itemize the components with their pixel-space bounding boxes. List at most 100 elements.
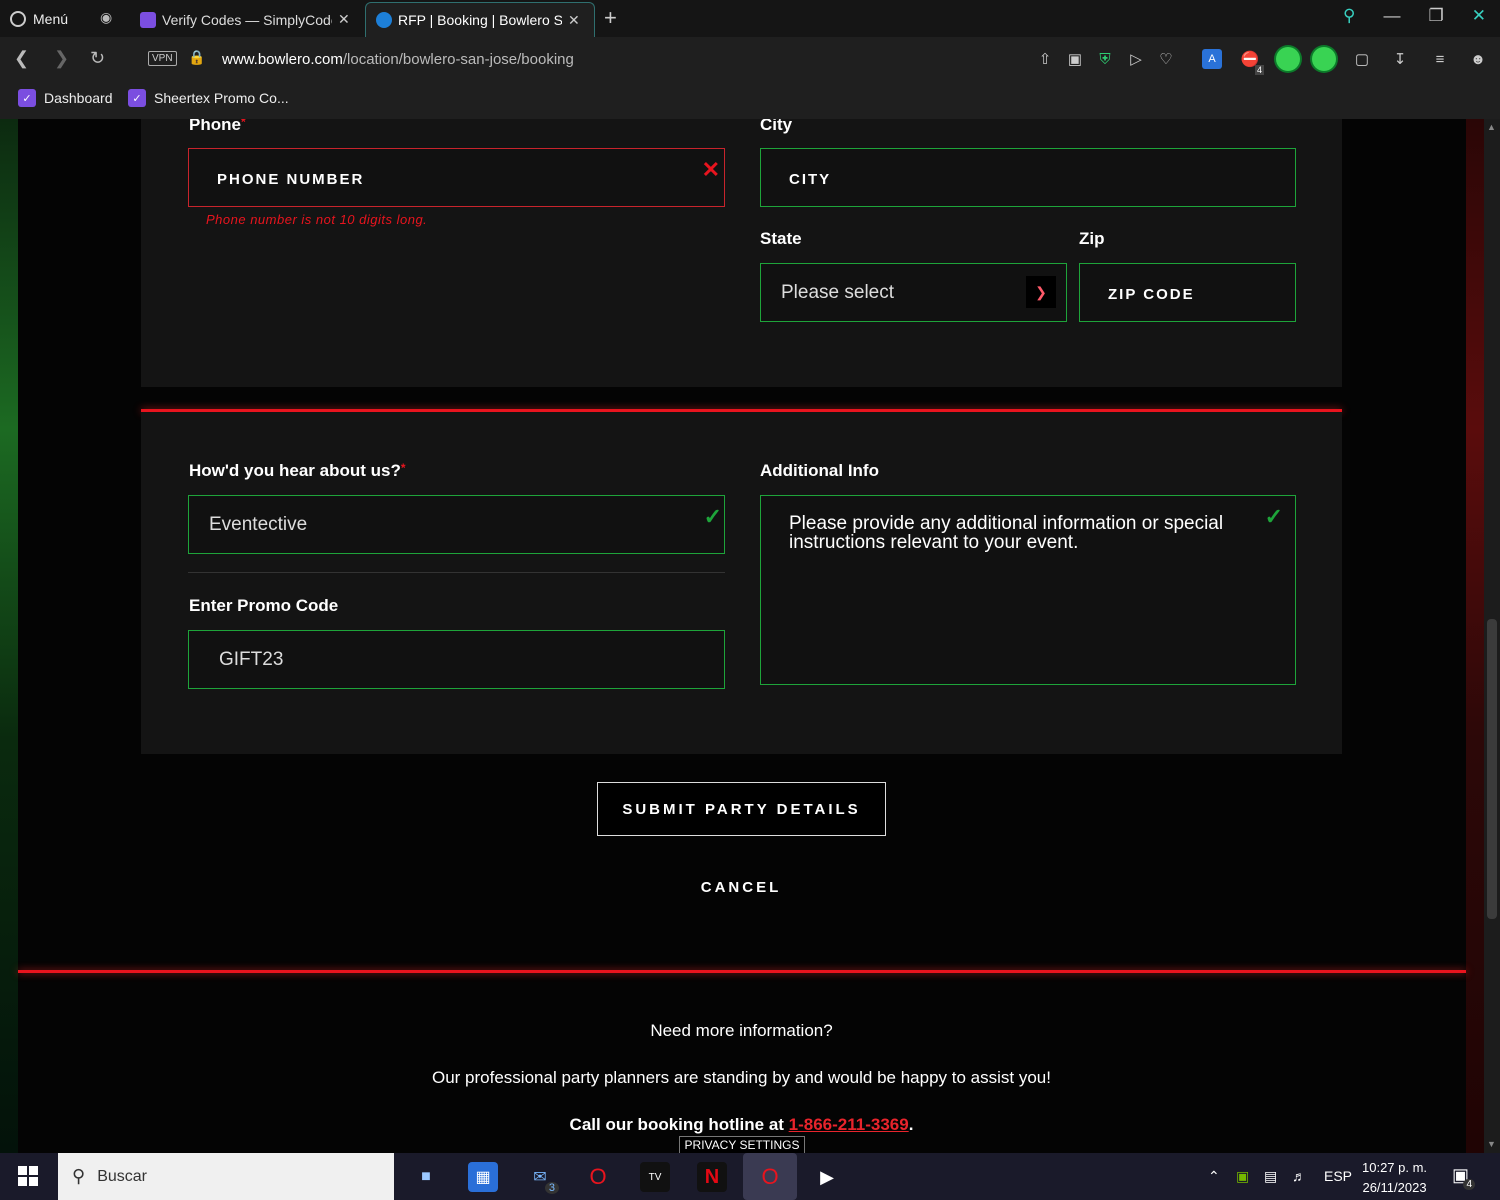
chevron-down-icon[interactable]: ❯ bbox=[1026, 276, 1056, 308]
privacy-settings-button[interactable]: PRIVACY SETTINGS bbox=[679, 1136, 805, 1153]
footer-need-info: Need more information? bbox=[650, 1021, 833, 1040]
tab-title: RFP | Booking | Bowlero San Jose bbox=[398, 12, 562, 28]
translate-icon[interactable]: A bbox=[1202, 49, 1222, 69]
close-tab-icon[interactable]: ✕ bbox=[338, 11, 350, 28]
download-icon[interactable]: ↧ bbox=[1390, 49, 1410, 69]
camera-icon[interactable]: ▣ bbox=[1065, 49, 1085, 69]
heart-icon[interactable]: ♡ bbox=[1156, 49, 1176, 69]
ublock-icon[interactable]: ⛔ 4 bbox=[1240, 49, 1264, 75]
clock-time: 10:27 p. m. bbox=[1362, 1160, 1428, 1175]
state-select[interactable]: Please select ❯ bbox=[760, 263, 1067, 322]
footer-hotline: Call our booking hotline at 1-866-211-33… bbox=[569, 1115, 914, 1134]
system-clock[interactable]: 10:27 p. m. 26/11/2023 bbox=[1362, 1158, 1427, 1198]
footer-planners-text: Our professional party planners are stan… bbox=[432, 1068, 1051, 1087]
promo-label: Enter Promo Code bbox=[189, 596, 339, 615]
address-bar: ❮ ❯ ↻ VPN 🔒 www.bowlero.com/location/bow… bbox=[0, 37, 1500, 81]
restore-icon[interactable]: ❐ bbox=[1429, 6, 1444, 26]
tray-chevron-up-icon[interactable]: ⌃ bbox=[1208, 1168, 1220, 1185]
send-icon[interactable]: ▷ bbox=[1126, 49, 1146, 69]
menu-label: Menú bbox=[33, 11, 69, 27]
language-indicator[interactable]: ESP bbox=[1324, 1168, 1352, 1184]
reload-icon[interactable]: ↻ bbox=[90, 48, 105, 69]
hear-label: How'd you hear about us?* bbox=[189, 461, 406, 480]
additional-info-label: Additional Info bbox=[760, 461, 879, 480]
zip-placeholder: ZIP CODE bbox=[1108, 286, 1195, 303]
extension-chat-icon[interactable] bbox=[1312, 47, 1336, 71]
city-input[interactable]: CITY bbox=[760, 148, 1296, 207]
profile-icon[interactable]: ☻ bbox=[1468, 49, 1488, 69]
hear-about-select[interactable]: Eventective ✓ bbox=[188, 495, 725, 554]
ublock-badge: 4 bbox=[1254, 65, 1264, 75]
taskbar-search-box[interactable]: ⚲ Buscar bbox=[58, 1153, 394, 1200]
settings-sliders-icon[interactable]: ≡ bbox=[1430, 49, 1450, 69]
url-field[interactable]: www.bowlero.com/location/bowlero-san-jos… bbox=[222, 51, 574, 68]
windows-start-icon[interactable] bbox=[18, 1166, 38, 1186]
submit-party-details-button[interactable]: SUBMIT PARTY DETAILS bbox=[597, 782, 886, 836]
tab-search-icon[interactable]: ⚲ bbox=[1343, 6, 1355, 26]
shield-icon[interactable]: ⛨ bbox=[1095, 49, 1115, 69]
simplycodes-bookmark-icon: ✓ bbox=[128, 89, 146, 107]
bookmark-sheertex[interactable]: ✓ Sheertex Promo Co... bbox=[128, 89, 289, 107]
share-icon[interactable]: ⇧ bbox=[1035, 49, 1055, 69]
checkmark-icon: ✓ bbox=[1264, 504, 1283, 529]
phone-placeholder: PHONE NUMBER bbox=[217, 171, 365, 188]
network-icon[interactable]: ▤ bbox=[1264, 1168, 1277, 1185]
scroll-down-icon[interactable]: ▼ bbox=[1487, 1139, 1496, 1149]
new-tab-icon[interactable]: + bbox=[604, 5, 617, 31]
nvidia-tray-icon[interactable]: ▣ bbox=[1236, 1168, 1249, 1185]
phone-input[interactable]: PHONE NUMBER ✕ bbox=[188, 148, 725, 207]
netflix-app-icon[interactable]: N bbox=[697, 1162, 727, 1192]
vpn-badge[interactable]: VPN bbox=[148, 51, 177, 66]
forward-icon[interactable]: ❯ bbox=[54, 48, 69, 69]
close-window-icon[interactable]: ✕ bbox=[1472, 6, 1486, 26]
pluto-tv-app-icon[interactable]: TV bbox=[640, 1162, 670, 1192]
store-app-icon[interactable]: ▦ bbox=[468, 1162, 498, 1192]
back-icon[interactable]: ❮ bbox=[14, 48, 29, 69]
desktop-app-icon[interactable]: ■ bbox=[411, 1162, 441, 1192]
bookmarks-bar: ✓ Dashboard ✓ Sheertex Promo Co... bbox=[0, 81, 1500, 119]
url-path: /location/bowlero-san-jose/booking bbox=[342, 51, 574, 68]
promo-code-value: GIFT23 bbox=[219, 649, 284, 670]
bookmark-dashboard[interactable]: ✓ Dashboard bbox=[18, 89, 113, 107]
bookmark-label: Sheertex Promo Co... bbox=[154, 90, 289, 106]
footer-divider bbox=[18, 970, 1466, 973]
extension-green-icon[interactable] bbox=[1276, 47, 1300, 71]
mail-app-icon[interactable]: ✉ 3 bbox=[525, 1162, 559, 1194]
cube-icon[interactable]: ▢ bbox=[1352, 49, 1372, 69]
city-placeholder: CITY bbox=[789, 171, 832, 188]
browser-menu-button[interactable]: Menú bbox=[10, 8, 68, 30]
state-selected-value: Please select bbox=[781, 282, 895, 303]
zip-input[interactable]: ZIP CODE bbox=[1079, 263, 1296, 322]
scroll-up-icon[interactable]: ▲ bbox=[1487, 122, 1496, 132]
zip-label: Zip bbox=[1079, 229, 1105, 248]
volume-icon[interactable]: ♬ bbox=[1292, 1168, 1306, 1184]
gamepad-icon[interactable]: ◉ bbox=[100, 9, 112, 26]
simplycodes-favicon-icon bbox=[140, 11, 156, 28]
tab-verify-codes[interactable]: Verify Codes — SimplyCodes ✕ bbox=[130, 2, 360, 37]
error-x-icon: ✕ bbox=[701, 157, 720, 182]
background-glow-right bbox=[1466, 119, 1484, 1153]
hotline-phone-link[interactable]: 1-866-211-3369 bbox=[789, 1115, 909, 1134]
background-glow-left bbox=[0, 119, 18, 1153]
media-player-app-icon[interactable]: ▶ bbox=[812, 1162, 842, 1192]
lock-icon[interactable]: 🔒 bbox=[188, 49, 205, 66]
additional-info-textarea[interactable]: Please provide any additional informatio… bbox=[760, 495, 1296, 685]
opera-logo-icon bbox=[10, 11, 26, 27]
scroll-thumb[interactable] bbox=[1487, 619, 1497, 919]
page-scrollbar[interactable]: ▲ ▼ bbox=[1484, 119, 1500, 1153]
opera-app-icon[interactable]: O bbox=[583, 1162, 613, 1192]
simplycodes-bookmark-icon: ✓ bbox=[18, 89, 36, 107]
field-separator bbox=[188, 572, 725, 573]
close-tab-icon[interactable]: ✕ bbox=[568, 12, 580, 29]
tab-rfp-booking[interactable]: RFP | Booking | Bowlero San Jose ✕ bbox=[365, 2, 595, 37]
mail-badge: 3 bbox=[544, 1182, 559, 1194]
browser-tab-bar: Menú ◉ Verify Codes — SimplyCodes ✕ RFP … bbox=[0, 0, 1500, 37]
minimize-icon[interactable]: — bbox=[1384, 6, 1401, 26]
notifications-icon[interactable]: ▣ 4 bbox=[1452, 1165, 1476, 1190]
search-label: Buscar bbox=[97, 1167, 147, 1185]
state-label: State bbox=[760, 229, 802, 248]
opera-gx-app-icon[interactable]: O bbox=[743, 1153, 797, 1200]
promo-code-input[interactable]: GIFT23 bbox=[188, 630, 725, 689]
url-domain: www.bowlero.com bbox=[222, 51, 343, 68]
cancel-button[interactable]: CANCEL bbox=[641, 879, 841, 896]
